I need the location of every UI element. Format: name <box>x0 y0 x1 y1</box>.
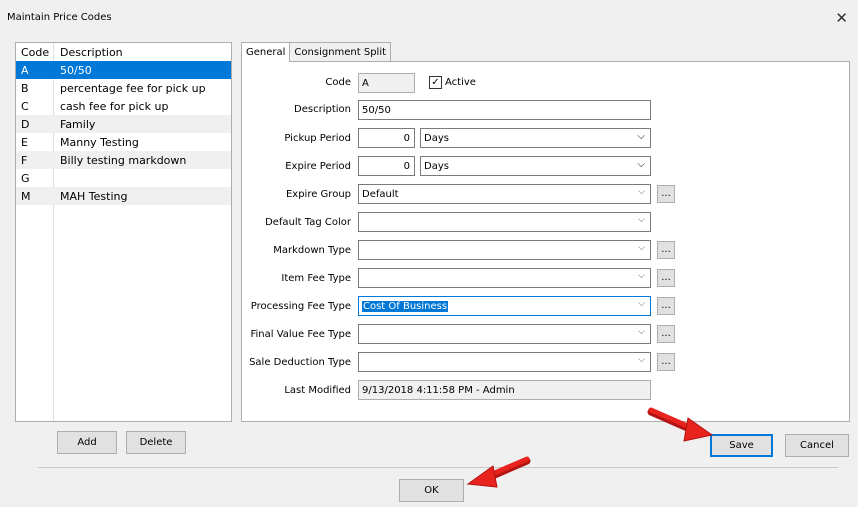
annotation-arrows <box>466 407 714 488</box>
tab-general[interactable]: General <box>241 42 291 62</box>
arrow-to-ok-icon <box>466 456 531 488</box>
arrow-to-save-icon <box>647 407 714 442</box>
